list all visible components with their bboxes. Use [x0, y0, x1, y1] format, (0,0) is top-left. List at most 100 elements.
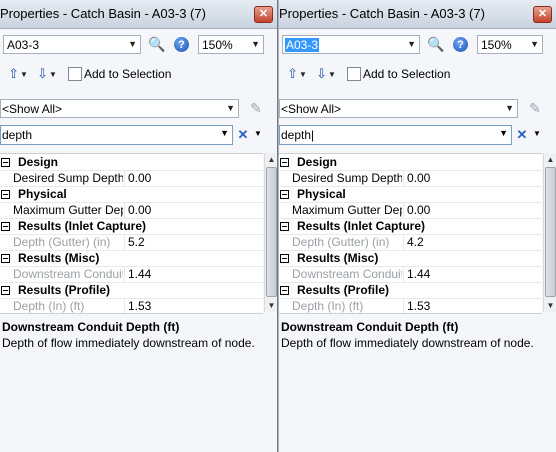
scrollbar-thumb[interactable] [266, 167, 277, 297]
scroll-up-icon[interactable]: ▲ [544, 153, 556, 166]
grid-category-row[interactable]: Results (Misc) [279, 250, 542, 267]
element-combo-value: A03-3 [7, 38, 40, 52]
property-grid-scrollbar[interactable]: ▲ ▼ [264, 153, 277, 312]
property-name: Downstream Conduit D [13, 267, 123, 281]
property-name: Desired Sump Depth ( [292, 171, 402, 185]
grid-property-row[interactable]: Depth (Gutter) (in) 4.2 [279, 234, 542, 251]
navigate-upstream-icon: ⇧ [287, 66, 298, 81]
collapse-icon[interactable] [1, 286, 10, 295]
property-name: Depth (In) (ft) [13, 299, 85, 313]
help-icon[interactable]: ? [453, 37, 468, 52]
chevron-down-icon[interactable]: ▼ [530, 37, 539, 52]
zoom-to-icon[interactable]: 🔍 [427, 35, 445, 53]
clear-search-icon[interactable]: ✕ [515, 127, 529, 142]
grid-category-row[interactable]: Physical [0, 186, 263, 203]
collapse-icon[interactable] [280, 190, 289, 199]
scroll-up-icon[interactable]: ▲ [265, 153, 277, 166]
chevron-down-icon[interactable]: ▼ [254, 129, 262, 138]
property-name: Depth (In) (ft) [292, 299, 364, 313]
collapse-icon[interactable] [1, 190, 10, 199]
grid-property-row[interactable]: Downstream Conduit D 1.44 [0, 266, 263, 283]
grid-property-row[interactable]: Desired Sump Depth (0.00 [0, 170, 263, 187]
grid-category-row[interactable]: Physical [279, 186, 542, 203]
property-name: Maximum Gutter Dept [13, 203, 123, 217]
chevron-down-icon: ▼ [327, 69, 336, 79]
add-to-selection-checkbox[interactable] [347, 67, 361, 81]
grid-category-row[interactable]: Design [279, 154, 542, 171]
chevron-down-icon[interactable]: ▼ [128, 37, 137, 52]
chevron-down-icon[interactable]: ▼ [499, 128, 508, 138]
grid-category-row[interactable]: Results (Inlet Capture) [0, 218, 263, 235]
property-grid-scrollbar[interactable]: ▲ ▼ [543, 153, 556, 312]
chevron-down-icon[interactable]: ▼ [505, 101, 514, 116]
grid-property-row[interactable]: Maximum Gutter Dept 0.00 [0, 202, 263, 219]
collapse-icon[interactable] [280, 222, 289, 231]
scroll-down-icon[interactable]: ▼ [544, 299, 556, 312]
element-combo[interactable]: A03-3 ▼ [282, 35, 420, 54]
grid-property-row[interactable]: Downstream Conduit D 1.44 [279, 266, 542, 283]
add-to-selection-label: Add to Selection [363, 67, 451, 81]
category-label: Results (Misc) [18, 251, 100, 265]
grid-category-row[interactable]: Results (Profile) [0, 282, 263, 299]
panel-title: Properties - Catch Basin - A03-3 (7) [279, 6, 485, 21]
collapse-icon[interactable] [280, 254, 289, 263]
close-icon[interactable]: ✕ [533, 6, 552, 23]
property-value: 1.44 [407, 267, 431, 281]
navigate-downstream-button[interactable]: ⇩ ▼ [313, 64, 339, 84]
navigate-upstream-icon: ⇧ [8, 66, 19, 81]
scroll-down-icon[interactable]: ▼ [265, 299, 277, 312]
chevron-down-icon[interactable]: ▼ [533, 129, 541, 138]
clear-search-icon[interactable]: ✕ [236, 127, 250, 142]
property-search-input[interactable]: depth| ▼ [279, 125, 512, 145]
grid-property-row[interactable]: Depth (Gutter) (in) 5.2 [0, 234, 263, 251]
navigate-downstream-button[interactable]: ⇩ ▼ [34, 64, 60, 84]
pencil-icon[interactable]: ✎ [247, 99, 265, 117]
column-divider [403, 234, 404, 250]
collapse-icon[interactable] [1, 254, 10, 263]
grid-category-row[interactable]: Design [0, 154, 263, 171]
panel-titlebar[interactable]: Properties - Catch Basin - A03-3 (7) ✕ [0, 0, 277, 29]
category-label: Results (Inlet Capture) [18, 219, 147, 233]
grid-property-row[interactable]: Depth (In) (ft) 1.53 [0, 298, 263, 313]
properties-panel-right: Properties - Catch Basin - A03-3 (7) ✕ A… [278, 0, 556, 452]
element-combo[interactable]: A03-3 ▼ [3, 35, 141, 54]
properties-panel-left: Properties - Catch Basin - A03-3 (7) ✕ A… [0, 0, 278, 452]
collapse-icon[interactable] [280, 158, 289, 167]
panel-titlebar[interactable]: Properties - Catch Basin - A03-3 (7) ✕ [279, 0, 556, 29]
zoom-level-combo[interactable]: 150% ▼ [477, 35, 543, 54]
property-value[interactable]: 0.00 [128, 171, 151, 185]
category-label: Results (Profile) [18, 283, 111, 297]
pencil-icon[interactable]: ✎ [526, 99, 544, 117]
zoom-level-combo[interactable]: 150% ▼ [198, 35, 264, 54]
chevron-down-icon[interactable]: ▼ [407, 37, 416, 52]
property-value[interactable]: 0.00 [407, 203, 430, 217]
grid-property-row[interactable]: Maximum Gutter Dept 0.00 [279, 202, 542, 219]
category-filter-value: <Show All> [281, 102, 342, 116]
zoom-to-icon[interactable]: 🔍 [148, 35, 166, 53]
property-search-input[interactable]: depth ▼ [0, 125, 233, 145]
grid-property-row[interactable]: Desired Sump Depth ( 0.00 [279, 170, 542, 187]
collapse-icon[interactable] [280, 286, 289, 295]
category-filter-combo[interactable]: <Show All> ▼ [0, 99, 239, 118]
close-icon[interactable]: ✕ [254, 6, 273, 23]
chevron-down-icon[interactable]: ▼ [226, 101, 235, 116]
property-value[interactable]: 0.00 [407, 171, 430, 185]
chevron-down-icon[interactable]: ▼ [220, 128, 229, 138]
navigate-upstream-button[interactable]: ⇧ ▼ [5, 64, 31, 84]
navigate-upstream-button[interactable]: ⇧ ▼ [284, 64, 310, 84]
grid-category-row[interactable]: Results (Misc) [0, 250, 263, 267]
chevron-down-icon[interactable]: ▼ [251, 37, 260, 52]
property-search-value: depth| [281, 128, 315, 142]
grid-property-row[interactable]: Depth (In) (ft) 1.53 [279, 298, 542, 313]
help-icon[interactable]: ? [174, 37, 189, 52]
grid-category-row[interactable]: Results (Profile) [279, 282, 542, 299]
collapse-icon[interactable] [1, 158, 10, 167]
category-filter-combo[interactable]: <Show All> ▼ [279, 99, 518, 118]
column-divider [403, 170, 404, 186]
add-to-selection-checkbox[interactable] [68, 67, 82, 81]
property-value[interactable]: 0.00 [128, 203, 151, 217]
column-divider [124, 234, 125, 250]
grid-category-row[interactable]: Results (Inlet Capture) [279, 218, 542, 235]
scrollbar-thumb[interactable] [545, 167, 556, 297]
collapse-icon[interactable] [1, 222, 10, 231]
